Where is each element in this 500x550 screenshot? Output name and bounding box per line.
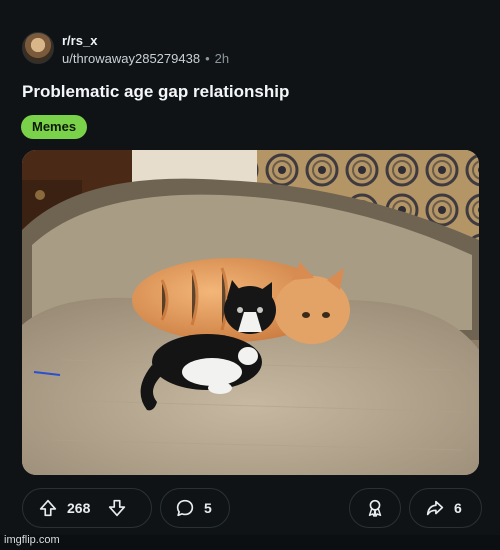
upvote-count: 268 [67,500,91,516]
share-button[interactable]: 6 [409,488,482,528]
share-count: 6 [454,500,462,516]
meta-separator: • [205,51,210,66]
post-card: r/rs_x u/throwaway285279438 • 2h Problemat… [0,0,500,535]
post-meta: u/throwaway285279438 • 2h [62,51,229,66]
comments-button[interactable]: 5 [160,488,230,528]
share-arrow-icon [424,497,446,519]
cats-in-bed-photo [22,150,479,475]
comment-bubble-icon [174,497,196,519]
subreddit-name[interactable]: r/rs_x [62,33,97,48]
subreddit-avatar[interactable] [22,32,54,64]
imgflip-watermark: imgflip.com [4,534,60,546]
post-header: r/rs_x u/throwaway285279438 • 2h [22,30,482,70]
post-title[interactable]: Problematic age gap relationship [22,82,482,102]
award-ribbon-icon [364,497,386,519]
post-actions: 268 5 6 [22,488,482,530]
award-button[interactable] [349,488,401,528]
arrow-up-icon[interactable] [37,497,59,519]
comment-count: 5 [204,500,212,516]
vote-group: 268 [22,488,152,528]
author-name[interactable]: u/throwaway285279438 [62,51,200,66]
post-time: 2h [214,51,230,66]
arrow-down-icon[interactable] [106,497,128,519]
post-image[interactable] [22,150,479,475]
post-flair[interactable]: Memes [21,115,88,139]
